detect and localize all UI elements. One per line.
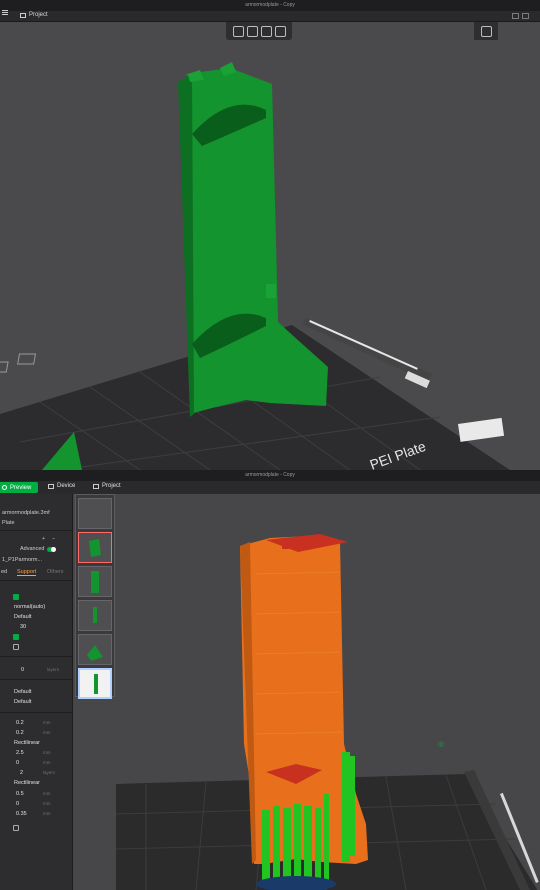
independent-layer-checkbox[interactable] [13, 825, 19, 831]
iface-spacing-unit: mm [43, 791, 51, 796]
on-build-plate-checkbox[interactable] [13, 634, 19, 640]
3d-viewport[interactable]: PEI Plate [0, 22, 540, 470]
spacing-unit: mm [43, 750, 51, 755]
iface-pattern-value[interactable]: Rectilinear [14, 780, 40, 786]
settings-sidebar: armormodplate.3mf Plate + − Advanced 1_P… [0, 494, 73, 890]
section-divider-2 [0, 679, 73, 680]
top-slicer-window: armormodplate - Copy Project PEI Plate [0, 0, 540, 470]
thumb-4-preview [93, 607, 97, 623]
minimize-button[interactable] [512, 13, 519, 19]
bottom-slicer-window: armormodplate - Copy Preview Device Proj… [0, 470, 540, 890]
preview-label: Preview [10, 484, 32, 491]
preview-viewport[interactable]: ◎ [116, 494, 540, 890]
svg-text:◎: ◎ [438, 741, 444, 748]
plate-thumb-6[interactable] [78, 668, 112, 699]
advanced-label: Advanced [20, 546, 45, 552]
xy-value[interactable]: 0.35 [16, 811, 27, 817]
remove-icon[interactable]: − [52, 536, 55, 542]
plate-thumb-5[interactable] [78, 634, 112, 665]
pattern-value[interactable]: Rectilinear [14, 740, 40, 746]
thumb-2-preview [89, 539, 101, 557]
project-menu[interactable]: Project [20, 12, 48, 18]
plate-thumb-3[interactable] [78, 566, 112, 597]
project-label: Project [29, 12, 48, 18]
sidebar-divider [0, 530, 73, 531]
iface-spacing-value[interactable]: 0.5 [16, 791, 24, 797]
threshold-value[interactable]: 30 [20, 624, 26, 630]
type-value[interactable]: normal(auto) [14, 604, 45, 610]
tab-preview[interactable]: Preview [0, 482, 38, 493]
tab-others[interactable]: Others [47, 569, 64, 575]
bottom-z-value[interactable]: 0.2 [16, 730, 24, 736]
plate-thumbnails [75, 494, 115, 699]
origin-axes-icon: ◎ [438, 741, 444, 748]
window-title: armormodplate - Copy [245, 2, 295, 8]
plate-thumb-1[interactable] [78, 498, 112, 529]
thumb-6-preview [94, 674, 98, 694]
default-b[interactable]: Default [14, 699, 31, 705]
zero-unit: mm [43, 760, 51, 765]
two-value[interactable]: 2 [20, 770, 23, 776]
title-bar: armormodplate - Copy [0, 0, 540, 11]
enable-support-checkbox[interactable] [13, 594, 19, 600]
tab-project[interactable]: Project [93, 483, 121, 489]
add-icon[interactable]: + [42, 536, 45, 542]
plate-thumb-4[interactable] [78, 600, 112, 631]
device-icon [48, 483, 54, 489]
object-label: 1_P1Parmorm... [2, 557, 43, 563]
default-a[interactable]: Default [14, 689, 31, 695]
style-value[interactable]: Default [14, 614, 31, 620]
section-divider-1 [0, 656, 73, 657]
preview-icon [2, 485, 7, 490]
raft-unit: layers [47, 667, 60, 672]
bottom-z-unit: mm [43, 730, 51, 735]
project-icon [20, 12, 26, 18]
plate-indicator [458, 417, 505, 442]
critical-regions-checkbox[interactable] [13, 644, 19, 650]
zero-b-unit: mm [43, 801, 51, 806]
top-z-value[interactable]: 0.2 [16, 720, 24, 726]
tab-quality[interactable]: ed [1, 569, 7, 575]
thumb-5-preview [87, 645, 103, 661]
two-unit: layers [43, 770, 56, 775]
section-divider-3 [0, 712, 73, 713]
window-title-2: armormodplate - Copy [245, 472, 295, 478]
nav-bar: Preview Device Project [0, 481, 540, 494]
top-z-unit: mm [43, 720, 51, 725]
plate-icons [0, 353, 37, 373]
plate-label: Plate [2, 520, 15, 526]
maximize-button[interactable] [522, 13, 529, 19]
tab-support[interactable]: Support [17, 569, 37, 576]
project-icon-2 [93, 483, 99, 489]
menu-bar: Project [0, 9, 540, 22]
thumb-3-preview [91, 571, 99, 593]
raft-value[interactable]: 0 [21, 667, 24, 673]
advanced-toggle[interactable] [47, 547, 56, 552]
plate-thumb-2[interactable] [78, 532, 112, 563]
title-bar-2: armormodplate - Copy [0, 470, 540, 481]
settings-tabs: ed Support Others [0, 569, 73, 577]
xy-unit: mm [43, 811, 51, 816]
file-name: armormodplate.3mf [2, 510, 50, 516]
project-label-2: Project [102, 483, 121, 489]
tabs-divider [0, 580, 73, 581]
tab-device[interactable]: Device [48, 483, 75, 489]
zero-value[interactable]: 0 [16, 760, 19, 766]
device-label: Device [57, 483, 76, 489]
zero-b-value[interactable]: 0 [16, 801, 19, 807]
spacing-value[interactable]: 2.5 [16, 750, 24, 756]
